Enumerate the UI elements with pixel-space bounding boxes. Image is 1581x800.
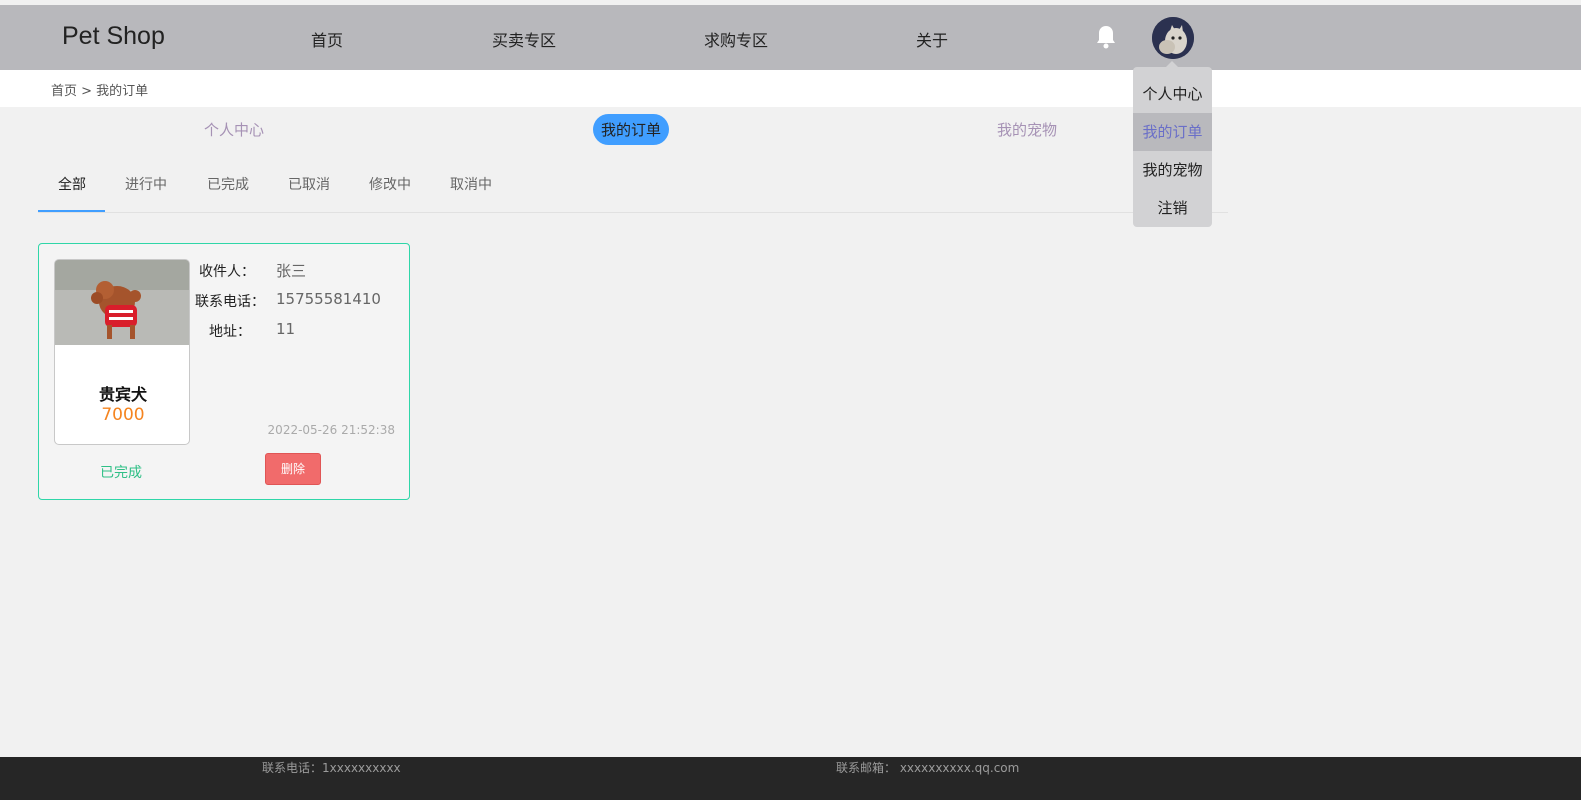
user-dropdown-menu: 个人中心 我的订单 我的宠物 注销 xyxy=(1133,61,1212,227)
address-value: 11 xyxy=(276,320,296,338)
order-card: 贵宾犬 7000 收件人： 张三 联系电话： 15755581410 地址： 1… xyxy=(38,243,410,500)
pet-price: 7000 xyxy=(101,405,145,425)
menu-item-my-orders[interactable]: 我的订单 xyxy=(1133,113,1212,151)
pet-photo xyxy=(55,260,189,345)
tab-completed[interactable]: 已完成 xyxy=(207,174,249,194)
menu-item-my-pets[interactable]: 我的宠物 xyxy=(1133,151,1212,189)
active-tab-indicator xyxy=(38,210,105,212)
recipient-value: 张三 xyxy=(276,262,307,280)
nav-wanted-zone[interactable]: 求购专区 xyxy=(704,27,768,51)
phone-label: 联系电话： xyxy=(195,294,265,310)
order-status-tabs: 全部 进行中 已完成 已取消 修改中 取消中 xyxy=(38,160,1228,213)
phone-value: 15755581410 xyxy=(276,290,381,308)
site-logo[interactable]: Pet Shop xyxy=(62,22,165,51)
order-timestamp: 2022-05-26 21:52:38 xyxy=(267,423,395,437)
nav-trade-zone[interactable]: 买卖专区 xyxy=(492,27,556,51)
bell-icon[interactable] xyxy=(1094,24,1118,50)
footer: 联系电话：1xxxxxxxxxx 联系邮箱： xxxxxxxxxx.qq.com xyxy=(0,757,1581,800)
address-label: 地址： xyxy=(209,324,251,340)
tab-cancelling[interactable]: 取消中 xyxy=(450,174,492,194)
menu-item-profile[interactable]: 个人中心 xyxy=(1133,75,1212,113)
pet-card[interactable]: 贵宾犬 7000 xyxy=(54,259,190,445)
top-navbar: Pet Shop 首页 买卖专区 求购专区 关于 xyxy=(0,5,1581,70)
tab-cancelled[interactable]: 已取消 xyxy=(288,174,330,194)
recipient-label: 收件人： xyxy=(199,264,255,280)
tab-my-orders[interactable]: 我的订单 xyxy=(593,114,670,145)
delete-order-button[interactable]: 删除 xyxy=(265,453,321,485)
footer-email: 联系邮箱： xxxxxxxxxx.qq.com xyxy=(836,761,1020,775)
menu-item-logout[interactable]: 注销 xyxy=(1133,189,1212,227)
tab-my-pets[interactable]: 我的宠物 xyxy=(997,119,1057,140)
breadcrumb: 首页 > 我的订单 xyxy=(51,84,149,99)
footer-phone: 联系电话：1xxxxxxxxxx xyxy=(262,761,401,775)
tab-profile[interactable]: 个人中心 xyxy=(204,119,264,140)
nav-home[interactable]: 首页 xyxy=(311,27,343,51)
pet-name: 贵宾犬 xyxy=(98,385,147,404)
order-status: 已完成 xyxy=(100,465,142,481)
breadcrumb-bar: 首页 > 我的订单 xyxy=(0,70,1581,107)
nav-about[interactable]: 关于 xyxy=(916,27,948,51)
tab-in-progress[interactable]: 进行中 xyxy=(125,174,167,194)
tab-modifying[interactable]: 修改中 xyxy=(369,174,411,194)
avatar[interactable] xyxy=(1152,17,1194,59)
tab-all[interactable]: 全部 xyxy=(58,174,86,194)
